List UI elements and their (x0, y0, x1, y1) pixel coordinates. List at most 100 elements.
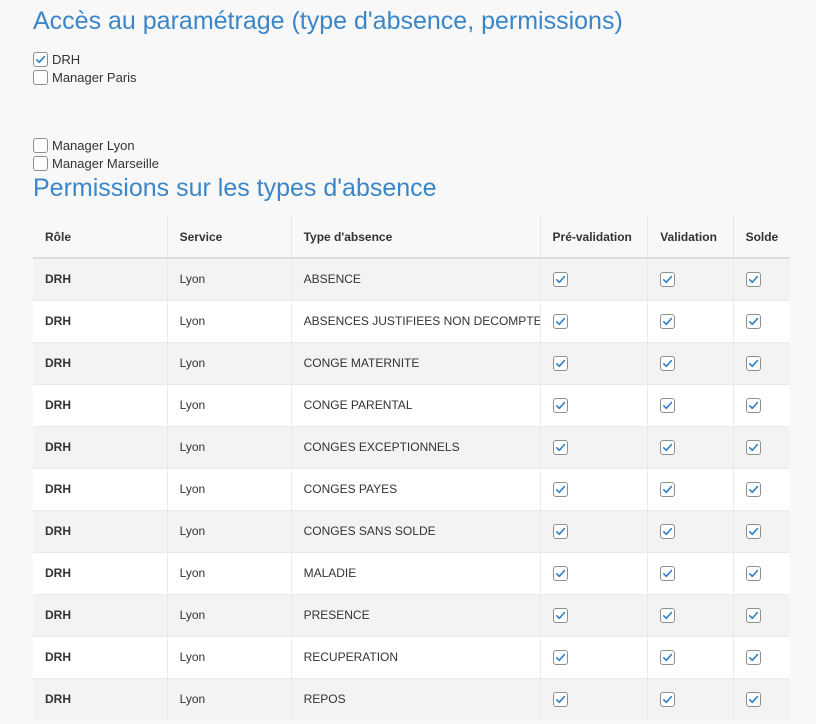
header-role[interactable]: Rôle (33, 216, 168, 259)
cell-solde (732, 551, 790, 594)
cell-role: DRH (33, 593, 168, 636)
validation-checkbox[interactable] (660, 355, 676, 371)
table-row: DRH Lyon PRESENCE (33, 593, 790, 636)
header-solde[interactable]: Solde (732, 216, 790, 259)
cell-solde (732, 383, 790, 426)
cell-type: CONGES SANS SOLDE (290, 509, 541, 552)
permissions-section-title: Permissions sur les types d'absence (33, 174, 437, 202)
prevalidation-checkbox[interactable] (552, 439, 568, 455)
cell-prevalidation (539, 677, 648, 720)
solde-checkbox[interactable] (745, 439, 761, 455)
role-checkbox-manager-lyon[interactable]: Manager Lyon (33, 136, 135, 154)
check-icon (748, 527, 758, 535)
cell-prevalidation (539, 467, 648, 510)
cell-prevalidation (539, 299, 648, 342)
checkbox[interactable] (33, 137, 48, 153)
header-validation[interactable]: Validation (647, 216, 734, 259)
prevalidation-checkbox[interactable] (552, 313, 568, 329)
validation-checkbox[interactable] (660, 691, 676, 707)
check-icon (36, 55, 46, 63)
prevalidation-checkbox[interactable] (552, 523, 568, 539)
cell-validation (647, 341, 734, 384)
checkbox[interactable] (33, 155, 48, 171)
check-icon (555, 653, 565, 661)
access-section-title: Accès au paramétrage (type d'absence, pe… (33, 7, 623, 35)
validation-checkbox[interactable] (660, 271, 676, 287)
checkbox[interactable] (33, 69, 48, 85)
check-icon (663, 569, 673, 577)
cell-validation (647, 425, 734, 468)
cell-validation (647, 551, 734, 594)
prevalidation-checkbox[interactable] (552, 481, 568, 497)
role-checkbox-manager-paris[interactable]: Manager Paris (33, 68, 137, 86)
prevalidation-checkbox[interactable] (552, 397, 568, 413)
cell-type: MALADIE (290, 551, 541, 594)
header-type[interactable]: Type d'absence (290, 216, 541, 259)
table-row: DRH Lyon CONGE MATERNITE (33, 341, 790, 384)
validation-checkbox[interactable] (660, 523, 676, 539)
validation-checkbox[interactable] (660, 313, 676, 329)
cell-solde (732, 467, 790, 510)
cell-service: Lyon (166, 677, 292, 720)
solde-checkbox[interactable] (745, 313, 761, 329)
header-prevalidation[interactable]: Pré-validation (539, 216, 648, 259)
cell-service: Lyon (166, 425, 292, 468)
cell-prevalidation (539, 257, 648, 300)
table-row: DRH Lyon CONGE PARENTAL (33, 383, 790, 426)
prevalidation-checkbox[interactable] (552, 565, 568, 581)
checkbox-label: DRH (52, 51, 81, 67)
cell-service: Lyon (166, 383, 292, 426)
cell-validation (647, 467, 734, 510)
prevalidation-checkbox[interactable] (552, 271, 568, 287)
validation-checkbox[interactable] (660, 397, 676, 413)
solde-checkbox[interactable] (745, 565, 761, 581)
validation-checkbox[interactable] (660, 481, 676, 497)
check-icon (663, 485, 673, 493)
solde-checkbox[interactable] (745, 649, 761, 665)
cell-service: Lyon (166, 593, 292, 636)
check-icon (663, 317, 673, 325)
cell-type: CONGES PAYES (290, 467, 541, 510)
validation-checkbox[interactable] (660, 607, 676, 623)
cell-service: Lyon (166, 467, 292, 510)
prevalidation-checkbox[interactable] (552, 691, 568, 707)
solde-checkbox[interactable] (745, 607, 761, 623)
solde-checkbox[interactable] (745, 355, 761, 371)
prevalidation-checkbox[interactable] (552, 649, 568, 665)
table-row: DRH Lyon CONGES PAYES (33, 467, 790, 510)
cell-type: CONGES EXCEPTIONNELS (290, 425, 541, 468)
solde-checkbox[interactable] (745, 691, 761, 707)
table-row: DRH Lyon ABSENCE (33, 257, 790, 300)
table-row: DRH Lyon RECUPERATION (33, 635, 790, 678)
cell-solde (732, 299, 790, 342)
cell-validation (647, 509, 734, 552)
validation-checkbox[interactable] (660, 439, 676, 455)
solde-checkbox[interactable] (745, 481, 761, 497)
checkbox[interactable] (33, 51, 48, 67)
cell-service: Lyon (166, 299, 292, 342)
solde-checkbox[interactable] (745, 397, 761, 413)
cell-prevalidation (539, 593, 648, 636)
check-icon (555, 401, 565, 409)
cell-solde (732, 509, 790, 552)
role-checkbox-drh[interactable]: DRH (33, 50, 80, 68)
cell-service: Lyon (166, 341, 292, 384)
check-icon (663, 695, 673, 704)
cell-solde (732, 677, 790, 720)
check-icon (748, 485, 758, 493)
solde-checkbox[interactable] (745, 271, 761, 287)
cell-validation (647, 257, 734, 300)
prevalidation-checkbox[interactable] (552, 355, 568, 371)
validation-checkbox[interactable] (660, 649, 676, 665)
role-checkbox-manager-marseille[interactable]: Manager Marseille (33, 154, 159, 172)
cell-role: DRH (33, 425, 168, 468)
header-service[interactable]: Service (166, 216, 292, 259)
check-icon (748, 317, 758, 325)
check-icon (555, 611, 565, 619)
cell-service: Lyon (166, 551, 292, 594)
cell-type: ABSENCES JUSTIFIEES NON DECOMPTEES (290, 299, 541, 342)
validation-checkbox[interactable] (660, 565, 676, 581)
solde-checkbox[interactable] (745, 523, 761, 539)
prevalidation-checkbox[interactable] (552, 607, 568, 623)
check-icon (555, 317, 565, 325)
